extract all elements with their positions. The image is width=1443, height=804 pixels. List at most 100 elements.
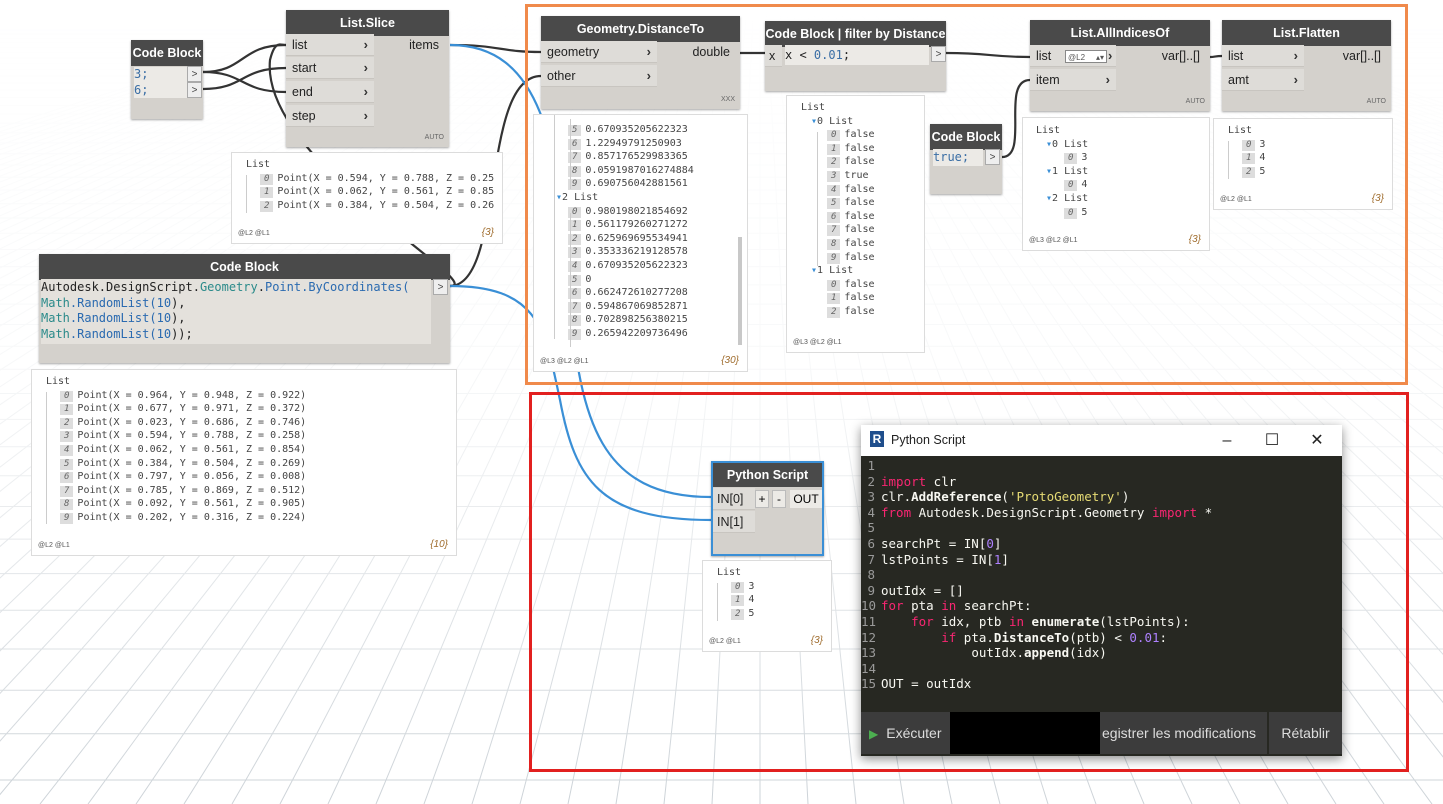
window-titlebar[interactable]: R Python Script – ☐ ✕ bbox=[861, 425, 1342, 457]
output-port-var[interactable]: var[]..[] bbox=[1343, 45, 1387, 67]
flatten-preview[interactable]: List 03 14 25 @L2 @L1 {3} bbox=[1213, 118, 1393, 210]
input-port-in0[interactable]: IN[0] bbox=[713, 488, 755, 510]
port-label: list bbox=[1036, 49, 1052, 63]
input-port-geometry[interactable]: geometry › bbox=[541, 41, 657, 63]
minimize-icon[interactable]: – bbox=[1204, 425, 1250, 456]
code-line: 6 searchPt = IN[0] bbox=[867, 536, 1002, 551]
code-line: 12 if pta.DistanceTo(ptb) < 0.01: bbox=[861, 629, 1168, 645]
output-port-double[interactable]: double bbox=[692, 41, 736, 63]
code-editor[interactable]: 1 2 import clr 3 clr.AddReference('ProtoGe… bbox=[861, 456, 1342, 711]
level-selector[interactable]: @L2 ▴▾ bbox=[1065, 50, 1107, 63]
python-node-preview[interactable]: List 03 14 25 @L2 @L1 {3} bbox=[702, 560, 832, 652]
list-item: 0 Point(X = 0.594, Y = 0.788, Z = 0.25 bbox=[260, 172, 502, 186]
all-indices-preview[interactable]: List ▾0 List 03 ▾1 List 04 ▾2 List 05 @L… bbox=[1022, 117, 1210, 251]
code-line[interactable]: true; bbox=[933, 149, 983, 166]
code-line[interactable]: 6; bbox=[134, 83, 187, 99]
list-item: 3 Point(X = 0.594, Y = 0.788, Z = 0.258) bbox=[60, 429, 456, 443]
chevron-right-icon: › bbox=[363, 60, 368, 75]
input-port-start[interactable]: start › bbox=[286, 57, 374, 79]
list-all-indices-of-node[interactable]: List.AllIndicesOf list @L2 ▴▾ › item › var… bbox=[1030, 20, 1210, 111]
level-label: @L2 @L1 bbox=[238, 230, 270, 237]
python-editor-window[interactable]: R Python Script – ☐ ✕ 1 2 import clr 3 clr… bbox=[861, 425, 1342, 756]
run-button[interactable]: ▶ Exécuter bbox=[861, 712, 950, 754]
list-item: 6 1.22949791250903 bbox=[568, 137, 747, 151]
list-slice-preview[interactable]: List 0 Point(X = 0.594, Y = 0.788, Z = 0.… bbox=[231, 152, 503, 244]
chevron-right-icon: › bbox=[1293, 48, 1298, 63]
list-flatten-node[interactable]: List.Flatten list › amt › var[]..[] AUTO bbox=[1222, 20, 1391, 111]
preview-header: List bbox=[46, 376, 71, 387]
add-input-button[interactable]: + bbox=[755, 490, 769, 508]
list-slice-node[interactable]: List.Slice list › start › end › step › items… bbox=[286, 10, 449, 147]
input-port-list[interactable]: list › bbox=[1222, 45, 1304, 67]
chevron-right-icon: › bbox=[646, 44, 651, 59]
code-line: 8 bbox=[867, 567, 875, 583]
code-block-true-node[interactable]: Code Block true; > bbox=[930, 124, 1002, 194]
list-item: 8 0.0591987016274884 bbox=[568, 164, 747, 178]
input-port-item[interactable]: item › bbox=[1030, 69, 1116, 91]
item-count: {3} bbox=[481, 227, 494, 238]
code-line[interactable]: 3; bbox=[134, 67, 187, 83]
input-port-list[interactable]: list › bbox=[286, 34, 374, 56]
code-line: 14 bbox=[861, 660, 877, 676]
input-port-step[interactable]: step › bbox=[286, 105, 374, 127]
list-item: 2 0.625969695534941 bbox=[568, 232, 747, 246]
revert-button[interactable]: Rétablir bbox=[1269, 712, 1342, 754]
list-item: 8 false bbox=[827, 237, 924, 251]
preview-header: List bbox=[717, 567, 742, 578]
python-script-node[interactable]: Python Script IN[0] IN[1] + - OUT bbox=[711, 461, 824, 556]
code-line[interactable]: x < 0.01; bbox=[785, 45, 929, 65]
sublist-header: ▾1 List bbox=[1046, 165, 1089, 177]
code-line: 10 for pta in searchPt: bbox=[861, 598, 1032, 614]
filter-code-block-node[interactable]: Code Block | filter by Distance x x < 0.… bbox=[765, 21, 946, 91]
list-item: 1 Point(X = 0.677, Y = 0.971, Z = 0.372) bbox=[60, 402, 456, 416]
list-item: 4 false bbox=[827, 183, 924, 197]
list-item: 2 false bbox=[827, 155, 924, 169]
close-icon[interactable]: ✕ bbox=[1294, 425, 1340, 456]
output-port[interactable]: > bbox=[187, 82, 202, 98]
output-port-items[interactable]: items bbox=[409, 34, 445, 56]
output-port[interactable]: > bbox=[985, 149, 1000, 165]
input-port-in1[interactable]: IN[1] bbox=[713, 511, 755, 533]
input-port-x[interactable]: x bbox=[765, 45, 782, 67]
code-line[interactable]: Math.RandomList(10), bbox=[41, 311, 431, 327]
code-block-points-preview[interactable]: List 0 Point(X = 0.964, Y = 0.948, Z = 0.… bbox=[31, 369, 457, 556]
output-port-var[interactable]: var[]..[] bbox=[1162, 45, 1206, 67]
output-port-out[interactable]: OUT bbox=[790, 490, 822, 508]
dynamo-canvas[interactable]: Code Block 3; 6; > > List.Slice list › st… bbox=[0, 0, 1443, 804]
play-icon: ▶ bbox=[869, 727, 879, 741]
code-line[interactable]: Autodesk.DesignScript.Geometry.Point.ByC… bbox=[41, 280, 431, 296]
item-count: {30} bbox=[721, 355, 739, 366]
list-item: 4 Point(X = 0.062, Y = 0.561, Z = 0.854) bbox=[60, 443, 456, 457]
remove-input-button[interactable]: - bbox=[772, 490, 786, 508]
maximize-icon[interactable]: ☐ bbox=[1249, 425, 1295, 456]
chevron-right-icon: › bbox=[1293, 72, 1298, 87]
filter-preview[interactable]: List ▾0 List 0 false 1 false 2 false 3 true … bbox=[786, 95, 925, 353]
code-block-numbers-node[interactable]: Code Block 3; 6; > > bbox=[131, 40, 203, 119]
code-line[interactable]: Math.RandomList(10)); bbox=[41, 327, 431, 343]
list-item: 0 false bbox=[827, 278, 924, 292]
preview-header: List bbox=[801, 102, 826, 113]
output-port[interactable]: > bbox=[931, 46, 946, 62]
port-label: amt bbox=[1228, 73, 1249, 87]
geometry-distance-to-node[interactable]: Geometry.DistanceTo geometry › other › dou… bbox=[541, 16, 740, 109]
code-line: 2 import clr bbox=[867, 473, 957, 489]
output-port[interactable]: > bbox=[433, 279, 448, 295]
input-port-end[interactable]: end › bbox=[286, 81, 374, 103]
button-gap bbox=[950, 712, 1100, 754]
code-block-points-node[interactable]: Code Block Autodesk.DesignScript.Geometr… bbox=[39, 254, 450, 363]
scrollbar[interactable] bbox=[738, 237, 742, 345]
input-port-other[interactable]: other › bbox=[541, 65, 657, 87]
list-item: 14 bbox=[731, 593, 831, 607]
node-title: List.AllIndicesOf bbox=[1030, 20, 1210, 46]
spinner-icon[interactable]: ▴▾ bbox=[1096, 51, 1104, 64]
node-title: Geometry.DistanceTo bbox=[541, 16, 740, 42]
input-port-amt[interactable]: amt › bbox=[1222, 69, 1304, 91]
code-line: 15 OUT = outIdx bbox=[861, 676, 972, 692]
output-port[interactable]: > bbox=[187, 66, 202, 82]
list-item: 5 0.670935205622323 bbox=[568, 123, 747, 137]
code-line[interactable]: Math.RandomList(10), bbox=[41, 296, 431, 312]
save-changes-button[interactable]: egistrer les modifications bbox=[1100, 712, 1267, 754]
port-label: start bbox=[292, 61, 317, 75]
distance-to-preview[interactable]: 5 0.670935205622323 6 1.22949791250903 7 0.… bbox=[533, 114, 748, 372]
code-line: 9 outIdx = [] bbox=[867, 582, 964, 598]
